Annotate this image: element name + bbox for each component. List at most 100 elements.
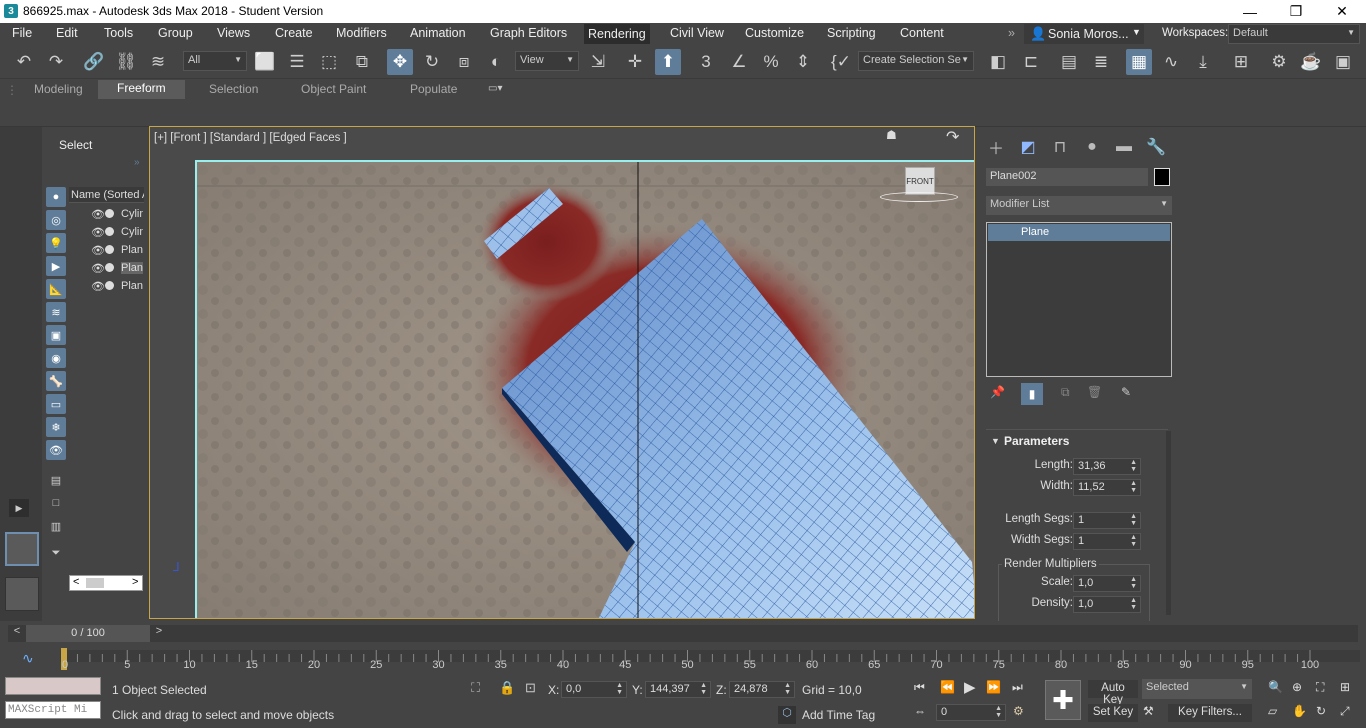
toggle-ribbon-icon[interactable]: ▦ xyxy=(1126,49,1152,75)
modify-tab-icon[interactable]: ◩ xyxy=(1015,135,1041,159)
curve-editor-icon[interactable]: ∿ xyxy=(1158,49,1184,75)
menu-tools[interactable]: Tools xyxy=(104,26,133,40)
field-of-view-icon[interactable]: ▱ xyxy=(1268,704,1277,718)
close-button[interactable]: ✕ xyxy=(1319,0,1365,23)
selection-lock-icon[interactable]: 🔒 xyxy=(499,680,515,696)
front-viewport[interactable]: [+] [Front ] [Standard ] [Edged Faces ] … xyxy=(149,126,975,619)
width-segs-spinner[interactable]: 1 ▲ ▼ xyxy=(1073,533,1141,550)
display-bones-icon[interactable]: 🦴 xyxy=(46,371,66,391)
display-tab-icon[interactable]: ▬ xyxy=(1111,135,1137,159)
undo-icon[interactable]: ↶ xyxy=(11,49,37,75)
horizontal-scrollbar[interactable]: < > xyxy=(69,575,143,591)
display-helpers-icon[interactable]: 📐 xyxy=(46,279,66,299)
eye-icon[interactable]: 👁 xyxy=(91,226,105,239)
key-filters-button[interactable]: Key Filters... xyxy=(1168,704,1252,722)
spinner-arrows-icon[interactable]: ▲ ▼ xyxy=(1130,597,1137,611)
stack-item-plane[interactable]: Plane xyxy=(988,224,1170,241)
keyboard-shortcut-override-icon[interactable]: ⬆ xyxy=(655,49,681,75)
modifier-list-dropdown[interactable]: Modifier List ▼ xyxy=(986,196,1172,215)
configure-modifier-sets-icon[interactable]: ✎ xyxy=(1121,385,1131,399)
length-spinner[interactable]: 31,36 ▲ ▼ xyxy=(1073,458,1141,475)
menu-file[interactable]: File xyxy=(12,26,32,40)
collapse-icon[interactable]: » xyxy=(134,157,140,168)
viewport-label[interactable]: [+] [Front ] [Standard ] [Edged Faces ] xyxy=(154,132,347,144)
name-column-header[interactable]: Name (Sorted A xyxy=(69,187,144,203)
auto-key-button[interactable]: Auto Key xyxy=(1088,680,1138,706)
rectangle-selection-icon[interactable]: ⬚ xyxy=(316,49,342,75)
parameters-rollout-title[interactable]: Parameters xyxy=(1004,434,1069,448)
visibility-dot[interactable] xyxy=(105,227,114,236)
x-coordinate-field[interactable]: 0,0 ▲ ▼ xyxy=(561,681,627,698)
unlink-icon[interactable]: ⛓ xyxy=(113,49,139,75)
play-icon[interactable]: ▶ xyxy=(964,678,976,696)
menu-graph-editors[interactable]: Graph Editors xyxy=(490,26,567,40)
select-place-icon[interactable]: ◐ xyxy=(483,49,509,75)
key-filters-icon[interactable]: ⚒ xyxy=(1143,704,1154,718)
time-configuration-icon[interactable]: ⚙ xyxy=(1013,704,1024,718)
render-setup-icon[interactable]: ☕ xyxy=(1298,49,1324,75)
orbit-arrow-icon[interactable]: ↷ xyxy=(946,127,959,147)
spinner-arrows-icon[interactable]: ▲ ▼ xyxy=(1130,459,1137,473)
snaps-toggle-icon[interactable]: 3 xyxy=(693,49,719,75)
select-by-name-icon[interactable]: ☰ xyxy=(284,49,310,75)
menu-content[interactable]: Content xyxy=(900,26,944,40)
isolate-selection-icon[interactable]: ⛶ xyxy=(471,680,480,696)
window-crossing-icon[interactable]: ⧉ xyxy=(349,49,375,75)
pivot-center-icon[interactable]: ⇲ xyxy=(585,49,611,75)
menu-views[interactable]: Views xyxy=(217,26,250,40)
reference-coordinate-dropdown[interactable]: View ▼ xyxy=(515,51,579,71)
motion-tab-icon[interactable]: ● xyxy=(1079,135,1105,159)
bind-spacewarp-icon[interactable]: ≋ xyxy=(145,49,171,75)
expand-arrow-icon[interactable]: ▶ xyxy=(9,499,29,517)
scroll-left-icon[interactable]: < xyxy=(73,576,79,588)
menu-group[interactable]: Group xyxy=(158,26,193,40)
menu-create[interactable]: Create xyxy=(275,26,313,40)
spinner-arrows-icon[interactable]: ▲ ▼ xyxy=(1130,576,1137,590)
density-spinner[interactable]: 1,0 ▲ ▼ xyxy=(1073,596,1141,613)
spinner-arrows-icon[interactable]: ▲ ▼ xyxy=(1130,534,1137,548)
visibility-dot[interactable] xyxy=(105,209,114,218)
y-coordinate-field[interactable]: 144,397 ▲ ▼ xyxy=(645,681,711,698)
home-icon[interactable]: ☗ xyxy=(886,128,897,142)
link-icon[interactable]: 🔗 xyxy=(81,49,107,75)
select-rotate-icon[interactable]: ↻ xyxy=(419,49,445,75)
hierarchy-tab-icon[interactable]: ⊓ xyxy=(1047,135,1073,159)
zoom-icon[interactable]: 🔍 xyxy=(1268,680,1283,694)
menu-scripting[interactable]: Scripting xyxy=(827,26,876,40)
schematic-view-icon[interactable]: ⊞ xyxy=(1228,49,1254,75)
object-color-swatch[interactable] xyxy=(1154,168,1170,186)
redo-icon[interactable]: ↷ xyxy=(43,49,69,75)
material-editor-icon[interactable]: ⚙ xyxy=(1266,49,1292,75)
current-frame-field[interactable]: 0 ▲ ▼ xyxy=(936,704,1006,721)
rollout-collapse-icon[interactable]: ▼ xyxy=(991,436,1000,446)
remove-modifier-icon[interactable]: 🗑 xyxy=(1087,385,1102,399)
menu-edit[interactable]: Edit xyxy=(56,26,78,40)
eye-icon[interactable]: 👁 xyxy=(91,280,105,293)
menu-overflow-icon[interactable]: » xyxy=(1008,26,1015,40)
z-coordinate-field[interactable]: 24,878 ▲ ▼ xyxy=(729,681,795,698)
display-shapes-icon[interactable]: ◎ xyxy=(46,210,66,230)
length-segs-spinner[interactable]: 1 ▲ ▼ xyxy=(1073,512,1141,529)
angle-snap-icon[interactable]: ∠ xyxy=(726,49,752,75)
zoom-extents-icon[interactable]: ⛶ xyxy=(1316,680,1324,695)
select-move-icon[interactable]: ✥ xyxy=(387,49,413,75)
display-containers-icon[interactable]: ▭ xyxy=(46,394,66,414)
tab-object-paint[interactable]: Object Paint xyxy=(301,82,366,96)
visibility-dot[interactable] xyxy=(105,245,114,254)
display-cameras-icon[interactable]: ▶ xyxy=(46,256,66,276)
scale-spinner[interactable]: 1,0 ▲ ▼ xyxy=(1073,575,1141,592)
display-groups-icon[interactable]: ▣ xyxy=(46,325,66,345)
pan-view-icon[interactable]: ✋ xyxy=(1292,704,1307,718)
render-frame-window-icon[interactable]: ▣ xyxy=(1330,49,1356,75)
set-key-button[interactable]: Set Key xyxy=(1088,704,1138,722)
time-slider-track[interactable] xyxy=(168,625,1358,642)
orbit-icon[interactable]: ↻ xyxy=(1316,704,1326,718)
previous-frame-icon[interactable]: ⏪ xyxy=(940,680,955,694)
spinner-arrows-icon[interactable]: ▲ ▼ xyxy=(1130,480,1137,494)
ribbon-options-icon[interactable]: ▭▾ xyxy=(488,83,502,94)
scroll-right-icon[interactable]: > xyxy=(132,576,138,588)
viewport-layout-alt[interactable] xyxy=(5,577,39,611)
display-geometry-icon[interactable]: ● xyxy=(46,187,66,207)
eye-icon[interactable]: 👁 xyxy=(91,244,105,257)
maximize-viewport-icon[interactable]: ⤢ xyxy=(1340,704,1350,719)
